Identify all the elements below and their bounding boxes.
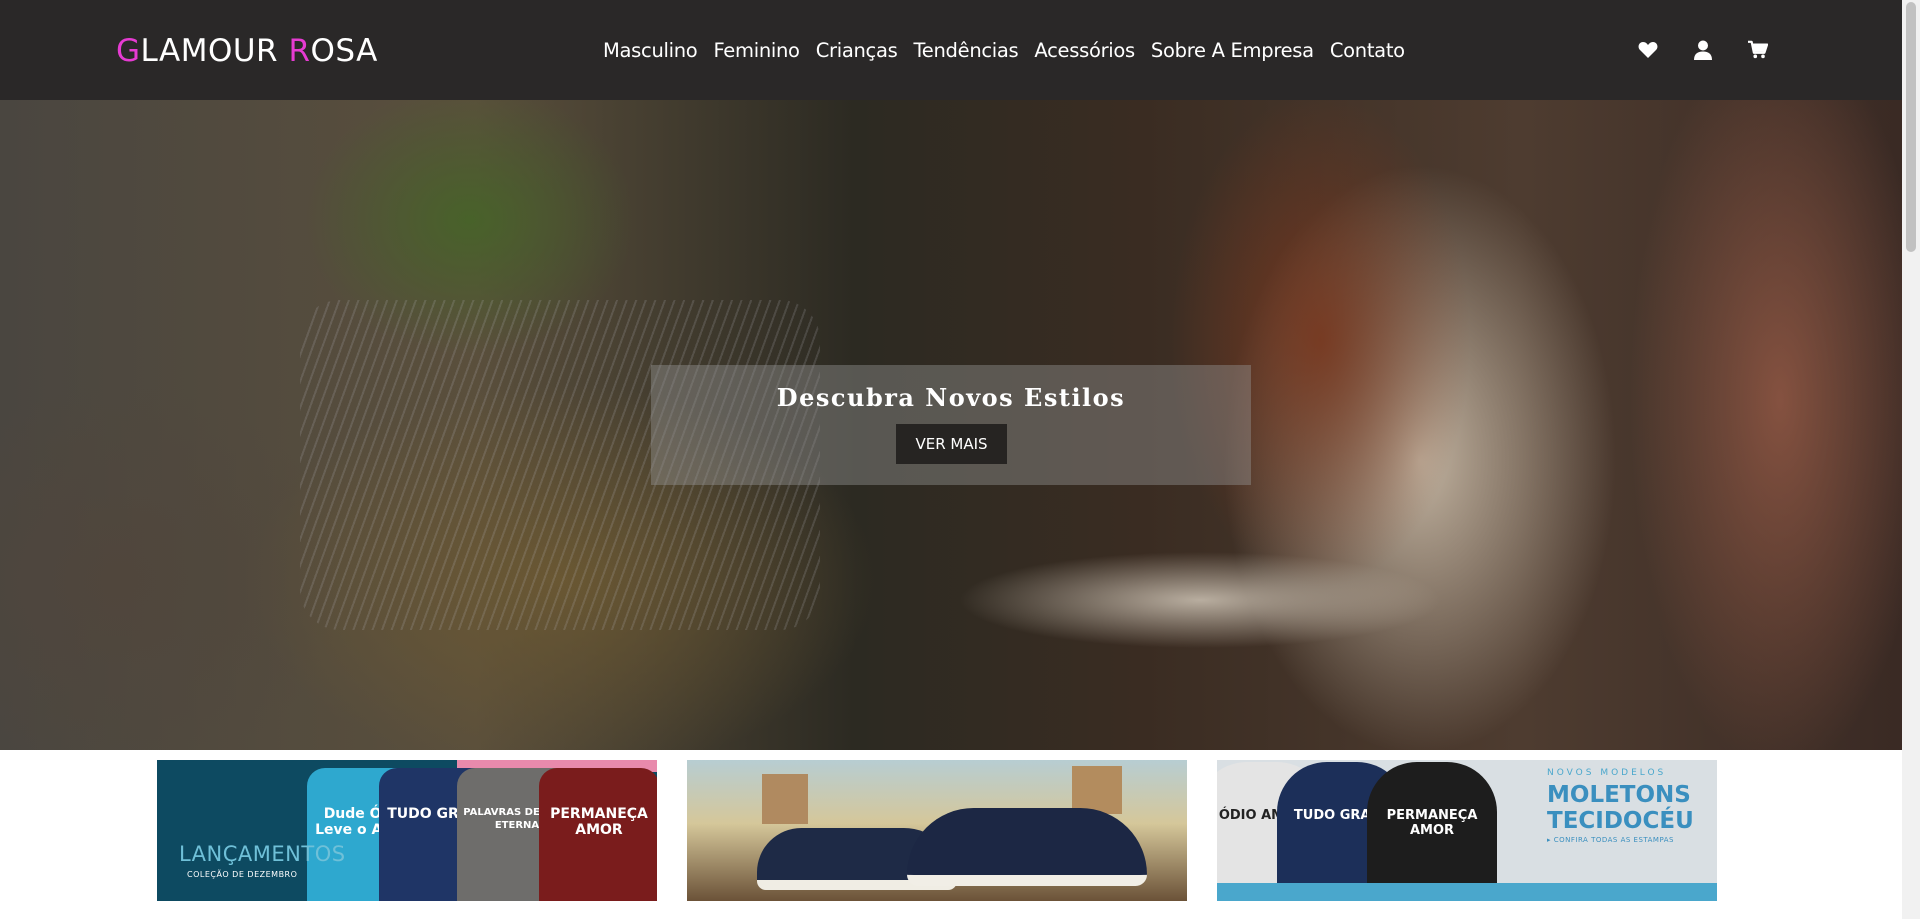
main-nav: Masculino Feminino Crianças Tendências A… [603, 36, 1405, 66]
nav-link-tendencias[interactable]: Tendências [913, 36, 1018, 66]
promo-banner-moletons[interactable]: ÓDIO AMOR TUDO GRAÇA PERMANEÇA AMOR NOVO… [1217, 760, 1717, 901]
banner-bottom-stripe [1217, 883, 1717, 901]
tshirt-print: PERMANEÇA AMOR [550, 806, 648, 838]
nav-link-criancas[interactable]: Crianças [816, 36, 898, 66]
ver-mais-button[interactable]: VER MAIS [896, 424, 1007, 464]
cart-icon[interactable] [1748, 38, 1768, 62]
promo-banner-sneakers[interactable] [687, 760, 1187, 901]
header-icon-group [1638, 38, 1768, 62]
heart-icon[interactable] [1638, 38, 1658, 62]
hero-caption-box: Descubra Novos Estilos VER MAIS [651, 365, 1251, 485]
sneaker-image [907, 808, 1147, 886]
promo-banner-lancamentos[interactable]: Dude ÓDIO Leve o AMOR TUDO GRAÇA PALAVRA… [157, 760, 657, 901]
cardboard-figure-image [762, 774, 808, 824]
logo-letter-g: G [116, 33, 141, 69]
hero-banner: Descubra Novos Estilos VER MAIS [0, 100, 1902, 750]
nav-link-sobre-a-empresa[interactable]: Sobre A Empresa [1151, 36, 1314, 66]
brand-logo[interactable]: GLAMOUR ROSA [116, 31, 378, 71]
nav-link-contato[interactable]: Contato [1330, 36, 1405, 66]
banner-kicker: NOVOS MODELOS [1547, 768, 1667, 778]
nav-link-masculino[interactable]: Masculino [603, 36, 698, 66]
hoodie-image: PERMANEÇA AMOR [1367, 762, 1497, 901]
banner-title: MOLETONS TECIDOCÉU [1547, 782, 1694, 834]
banner-title-line2: TECIDOCÉU [1547, 808, 1694, 834]
scrollbar-thumb[interactable] [1906, 2, 1916, 252]
nav-link-feminino[interactable]: Feminino [713, 36, 800, 66]
nav-link-acessorios[interactable]: Acessórios [1034, 36, 1135, 66]
logo-word-glamour: LAMOUR [140, 33, 289, 69]
logo-word-rosa: OSA [310, 33, 378, 69]
logo-letter-r: R [288, 33, 311, 69]
site-header: GLAMOUR ROSA Masculino Feminino Crianças… [0, 0, 1902, 100]
tshirt-image: PERMANEÇA AMOR [539, 768, 657, 901]
page-scrollbar[interactable] [1902, 0, 1920, 919]
banner-cta-text: CONFIRA TODAS AS ESTAMPAS [1553, 836, 1674, 844]
user-icon[interactable] [1693, 38, 1713, 62]
banner-cta: ▸ CONFIRA TODAS AS ESTAMPAS [1547, 836, 1674, 844]
banner-subtitle: COLEÇÃO DE DEZEMBRO [187, 870, 298, 879]
promo-banner-row: Dude ÓDIO Leve o AMOR TUDO GRAÇA PALAVRA… [157, 760, 1717, 901]
hero-title: Descubra Novos Estilos [776, 383, 1126, 412]
hero-model-arm-image [880, 520, 1440, 660]
banner-title: LANÇAMENTOS [179, 842, 346, 866]
banner-title-line1: MOLETONS [1547, 782, 1691, 808]
cardboard-figure-image [1072, 766, 1122, 814]
hoodie-print: PERMANEÇA AMOR [1386, 808, 1478, 838]
